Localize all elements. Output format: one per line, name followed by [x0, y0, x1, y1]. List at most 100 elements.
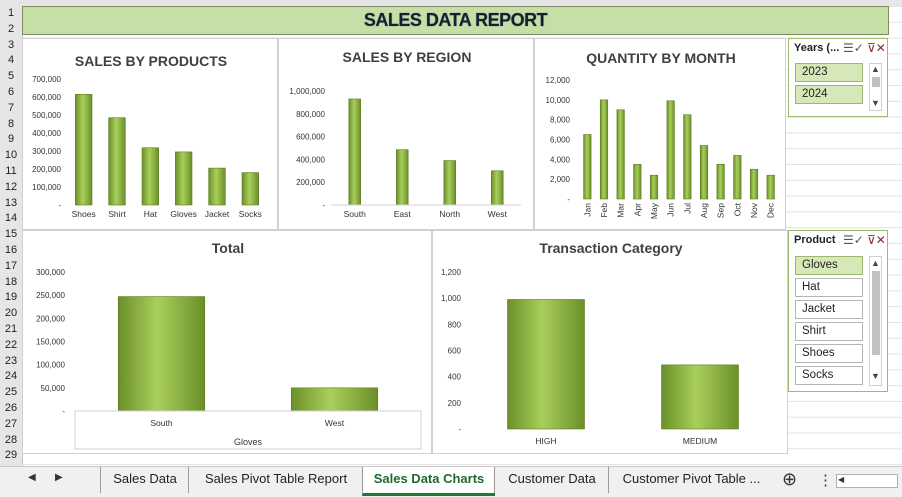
row-number[interactable]: 22: [0, 338, 22, 354]
scroll-tabs-right-icon[interactable]: ▶: [55, 472, 63, 483]
years-slicer-scrollbar[interactable]: ▲ ▼: [869, 63, 882, 111]
y-tick-label: 800: [448, 320, 462, 329]
row-number[interactable]: 20: [0, 306, 22, 322]
scroll-left-icon[interactable]: ◀: [838, 475, 844, 484]
x-tick-label: May: [649, 202, 659, 219]
row-number[interactable]: 24: [0, 369, 22, 385]
x-tick-label: Shoes: [72, 209, 96, 219]
row-number[interactable]: 8: [0, 117, 22, 133]
tab-sales-data-charts[interactable]: Sales Data Charts: [362, 467, 495, 496]
tab-customer-data[interactable]: Customer Data: [494, 467, 609, 493]
row-number[interactable]: 4: [0, 53, 22, 69]
chevron-down-icon[interactable]: ▼: [870, 98, 881, 108]
more-tabs-ellipsis[interactable]: ...: [750, 471, 761, 486]
chart-total-svg: Total - 50,000 100,000 150,000 200,000 250,000…: [36, 240, 422, 450]
horizontal-scrollbar[interactable]: ◀: [836, 474, 898, 488]
add-sheet-icon[interactable]: ⊕: [782, 469, 797, 490]
sheet-menu-icon[interactable]: ⋮: [818, 471, 833, 489]
report-title-banner: SALES DATA REPORT: [22, 6, 889, 35]
chart-title: SALES BY PRODUCTS: [75, 53, 227, 69]
product-slicer-item[interactable]: Socks: [795, 366, 863, 385]
product-slicer-item[interactable]: Gloves: [795, 256, 863, 275]
multi-select-icon[interactable]: ☰✓: [843, 41, 864, 55]
x-tick-label: Jan: [582, 203, 592, 217]
scroll-thumb[interactable]: [872, 77, 880, 87]
chart-transaction-category[interactable]: Transaction Category - 200 400 600 800 1,000 1,…: [432, 230, 788, 454]
row-number[interactable]: 25: [0, 385, 22, 401]
row-number[interactable]: 14: [0, 211, 22, 227]
row-number[interactable]: 11: [0, 164, 22, 180]
chart-total[interactable]: Total - 50,000 100,000 150,000 200,000 250,000…: [22, 230, 432, 454]
row-number[interactable]: 7: [0, 101, 22, 117]
bar: [616, 109, 625, 200]
row-number[interactable]: 12: [0, 180, 22, 196]
x-tick-label: Oct: [732, 202, 742, 216]
row-number[interactable]: 27: [0, 417, 22, 433]
product-slicer-item[interactable]: Hat: [795, 278, 863, 297]
bar: [599, 99, 609, 200]
row-number[interactable]: 16: [0, 243, 22, 259]
tab-sales-pivot-table-report[interactable]: Sales Pivot Table Report: [188, 467, 363, 493]
y-tick-label: 200,000: [32, 165, 61, 174]
y-tick-label: 600: [448, 347, 462, 356]
product-slicer-item[interactable]: Shirt: [795, 322, 863, 341]
row-number[interactable]: 9: [0, 132, 22, 148]
row-number[interactable]: 26: [0, 401, 22, 417]
x-tick-label: Sep: [716, 203, 726, 218]
row-number[interactable]: 29: [0, 448, 22, 464]
x-tick-label: East: [394, 209, 412, 219]
row-number[interactable]: 13: [0, 196, 22, 212]
row-number[interactable]: 28: [0, 433, 22, 449]
x-tick-label: West: [325, 418, 345, 428]
scroll-thumb[interactable]: [872, 271, 880, 355]
tab-sales-data[interactable]: Sales Data: [100, 467, 189, 493]
y-tick-label: 1,000,000: [289, 87, 325, 96]
product-slicer-item[interactable]: Shoes: [795, 344, 863, 363]
row-number[interactable]: 10: [0, 148, 22, 164]
multi-select-icon[interactable]: ☰✓: [843, 233, 864, 247]
bar: [208, 167, 226, 206]
product-slicer-item[interactable]: Jacket: [795, 300, 863, 319]
row-number[interactable]: 15: [0, 227, 22, 243]
product-slicer-scrollbar[interactable]: ▲ ▼: [869, 256, 882, 386]
row-number[interactable]: 2: [0, 22, 22, 38]
years-slicer[interactable]: Years (... ☰✓ ⊽✕ 2023 2024 ▲ ▼: [788, 38, 888, 117]
years-slicer-item[interactable]: 2024: [795, 85, 863, 104]
clear-filter-icon[interactable]: ⊽✕: [867, 41, 886, 55]
row-number[interactable]: 3: [0, 38, 22, 54]
row-number[interactable]: 6: [0, 85, 22, 101]
chevron-up-icon[interactable]: ▲: [870, 64, 881, 74]
chart-sales-by-products[interactable]: SALES BY PRODUCTS - 100,000 200,000 300,000 4…: [22, 38, 278, 230]
x-tick-label: Socks: [239, 209, 262, 219]
row-number[interactable]: 18: [0, 275, 22, 291]
row-number[interactable]: 1: [0, 6, 22, 22]
row-number[interactable]: 21: [0, 322, 22, 338]
row-number[interactable]: 23: [0, 354, 22, 370]
chevron-up-icon[interactable]: ▲: [870, 258, 881, 268]
clear-filter-icon[interactable]: ⊽✕: [867, 233, 886, 247]
row-number[interactable]: 5: [0, 69, 22, 85]
y-tick-label: 50,000: [41, 384, 66, 393]
row-number[interactable]: 19: [0, 290, 22, 306]
chart-quantity-by-month[interactable]: QUANTITY BY MONTH - 2,000 4,000 6,000 8,000 10…: [534, 38, 786, 230]
product-slicer[interactable]: Product ☰✓ ⊽✕ Gloves Hat Jacket Shirt Sh…: [788, 230, 888, 392]
years-slicer-item[interactable]: 2023: [795, 63, 863, 82]
chevron-down-icon[interactable]: ▼: [870, 371, 881, 381]
chart-sales-by-region[interactable]: SALES BY REGION - 200,000 400,000 600,000 800…: [278, 38, 534, 230]
chart-sales-by-products-svg: SALES BY PRODUCTS - 100,000 200,000 300,000 4…: [32, 53, 262, 219]
tab-customer-pivot-table[interactable]: Customer Pivot Table ...: [608, 467, 774, 493]
row-header-strip[interactable]: 1 2 3 4 5 6 7 8 9 10 11 12 13 14 15 16 17 18 19 20 21 22 23 24 2…: [0, 6, 23, 466]
product-slicer-header: Product: [794, 234, 836, 246]
x-tick-label: Hat: [144, 209, 158, 219]
sheet-tab-bar: ◀ ▶ Sales Data Sales Pivot Table Report …: [0, 466, 902, 497]
scroll-tabs-left-icon[interactable]: ◀: [28, 472, 36, 483]
row-number[interactable]: 17: [0, 259, 22, 275]
bar: [290, 387, 379, 412]
bar: [716, 163, 725, 200]
x-group-label: Gloves: [234, 437, 263, 447]
bar: [141, 147, 159, 206]
x-tick-label: South: [150, 418, 172, 428]
x-tick-label: Shirt: [108, 209, 126, 219]
x-tick-label: Nov: [749, 202, 759, 218]
y-tick-label: 200,000: [296, 178, 325, 187]
